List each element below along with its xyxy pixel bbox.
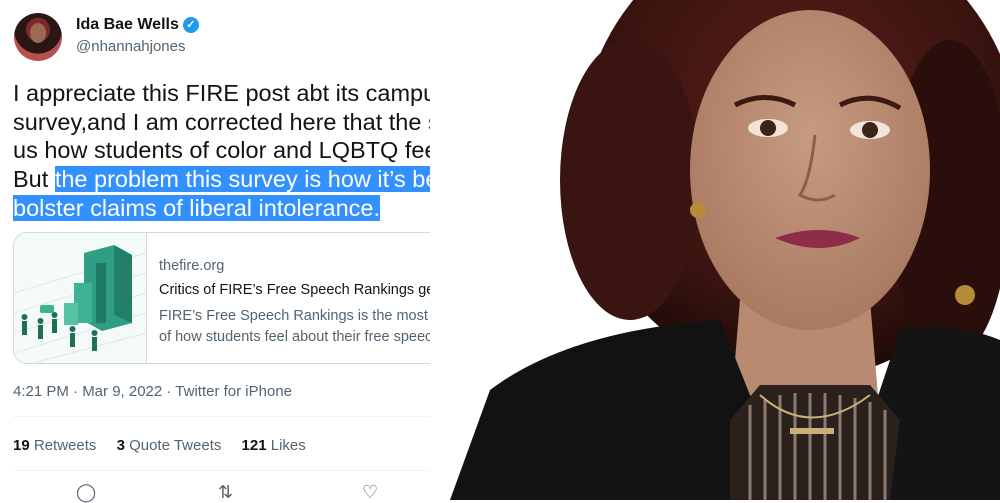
portrait-photo: [430, 0, 1000, 500]
link-card-image: [14, 233, 147, 363]
likes-label[interactable]: Likes: [271, 437, 306, 454]
tweet-timestamp[interactable]: 4:21 PM · Mar 9, 2022 · Twitter for iPho…: [13, 383, 292, 400]
retweets-label[interactable]: Retweets: [34, 437, 97, 454]
quote-tweets-count[interactable]: 3: [117, 437, 125, 454]
user-handle[interactable]: @nhannahjones: [76, 38, 185, 55]
avatar[interactable]: [14, 13, 62, 61]
retweets-count[interactable]: 19: [13, 437, 30, 454]
engagement-stats: 19 Retweets 3 Quote Tweets 121 Likes: [13, 437, 322, 454]
display-name[interactable]: Ida Bae Wells ✓: [76, 16, 199, 34]
retweets-stat[interactable]: 19 Retweets: [13, 437, 96, 454]
quote-tweets-stat[interactable]: 3 Quote Tweets: [117, 437, 222, 454]
display-name-text[interactable]: Ida Bae Wells: [76, 16, 179, 33]
likes-stat[interactable]: 121 Likes: [242, 437, 306, 454]
quote-tweets-label[interactable]: Quote Tweets: [129, 437, 221, 454]
verified-badge-icon: ✓: [182, 17, 199, 33]
likes-count[interactable]: 121: [242, 437, 267, 454]
